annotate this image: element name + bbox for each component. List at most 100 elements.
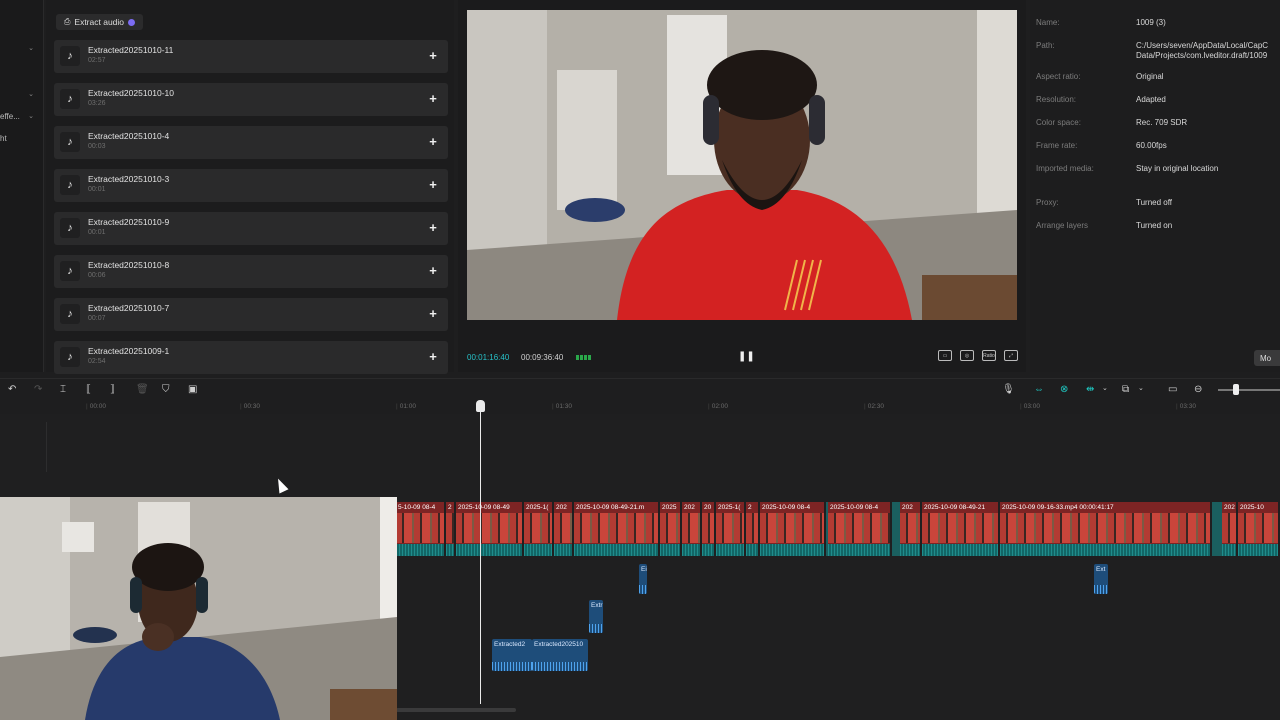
fullscreen-icon[interactable]: ⤢ <box>1004 350 1018 361</box>
extract-audio-label: Extract audio <box>74 17 125 27</box>
video-clip[interactable]: 5-10-09 08-4 <box>396 502 446 556</box>
preview-video-frame[interactable] <box>467 10 1017 320</box>
clip-label: 2025-10 <box>1240 504 1264 511</box>
split-icon[interactable]: ⌶ <box>60 384 66 395</box>
clip-waveform <box>746 544 758 556</box>
video-clip[interactable]: 2025-1( <box>716 502 746 556</box>
video-clip[interactable]: 2025-10 <box>1238 502 1280 556</box>
clip-waveform <box>716 544 744 556</box>
media-item[interactable]: ♪ Extracted20251010-9 00:01 + <box>54 212 448 245</box>
playhead-line[interactable] <box>480 400 481 704</box>
modify-button[interactable]: Mo <box>1254 350 1280 366</box>
clip-label: 5-10-09 08-4 <box>398 504 436 511</box>
left-strip-item-2[interactable] <box>0 62 40 78</box>
video-clip[interactable]: 2025-10-09 09-16-33.mp4 00:00:41:17 <box>1000 502 1212 556</box>
playhead-handle[interactable] <box>476 400 485 412</box>
media-item[interactable]: ♪ Extracted20251010-10 03:26 + <box>54 83 448 116</box>
left-strip-label: effe... <box>0 111 20 121</box>
pause-icon[interactable]: ❚❚ <box>738 351 755 362</box>
zoom-slider[interactable] <box>1218 389 1280 391</box>
clip-thumbnails <box>456 513 522 543</box>
video-clip[interactable]: 2 <box>746 502 760 556</box>
video-clip[interactable]: 20 <box>702 502 716 556</box>
main-video-track[interactable]: 5-10-09 08-4 2 2025-10-09 08-49 2025-1( … <box>396 502 1280 556</box>
link-track-icon[interactable]: ⇔ <box>1034 384 1044 395</box>
trim-right-icon[interactable]: ⟧ <box>110 384 115 395</box>
video-clip[interactable]: 2025-10-09 08-49-21 <box>922 502 1000 556</box>
video-clip[interactable]: 202 <box>1222 502 1238 556</box>
add-to-timeline-icon[interactable]: + <box>426 91 440 105</box>
left-strip-item-light[interactable]: ht <box>0 130 40 146</box>
video-clip[interactable]: 2025-10-09 08-49 <box>456 502 524 556</box>
zoom-out-icon[interactable]: ⊖ <box>1194 384 1202 395</box>
extract-audio-button[interactable]: ⎙ Extract audio <box>56 14 144 30</box>
video-clip[interactable]: 2 <box>446 502 456 556</box>
timeline-scrollbar[interactable] <box>396 708 516 712</box>
detail-value: Original <box>1136 72 1164 81</box>
add-to-timeline-icon[interactable]: + <box>426 220 440 234</box>
delete-icon[interactable]: 🗑 <box>136 384 149 395</box>
add-to-timeline-icon[interactable]: + <box>426 263 440 277</box>
clip-label: 2025-10-09 08-4 <box>762 504 811 511</box>
add-to-timeline-icon[interactable]: + <box>426 134 440 148</box>
media-item[interactable]: ♪ Extracted20251009-1 02:54 + <box>54 341 448 374</box>
media-item[interactable]: ♪ Extracted20251010-4 00:03 + <box>54 126 448 159</box>
focus-icon[interactable]: ◎ <box>960 350 974 361</box>
subtitle-icon[interactable]: ▭ <box>938 350 952 361</box>
ratio-button[interactable]: Ratio <box>982 350 996 361</box>
chevron-down-icon[interactable]: ⌄ <box>1138 384 1144 392</box>
media-item-duration: 00:01 <box>88 186 106 193</box>
media-item[interactable]: ♪ Extracted20251010-11 02:57 + <box>54 40 448 73</box>
magnet-icon[interactable]: ⊗ <box>1060 384 1068 395</box>
clip-label: 20 <box>704 504 712 511</box>
video-clip[interactable]: 2025-10-09 08-49-21.m <box>574 502 660 556</box>
clip-thumbnails <box>716 513 744 543</box>
chevron-down-icon[interactable]: ⌄ <box>1102 384 1108 392</box>
clip-label: 2025-10-09 08-49-21.m <box>576 504 645 511</box>
add-to-timeline-icon[interactable]: + <box>426 306 440 320</box>
audio-clip[interactable]: Ei <box>639 564 647 594</box>
video-clip[interactable]: 2025-1( <box>524 502 554 556</box>
clip-label: 2025-10-09 08-4 <box>830 504 879 511</box>
video-clip[interactable]: 2025-10-09 08-4 <box>828 502 892 556</box>
video-clip[interactable]: 2025 <box>660 502 682 556</box>
redo-icon[interactable]: ↷ <box>34 384 42 395</box>
audio-clip[interactable]: Extr <box>589 600 603 633</box>
add-to-timeline-icon[interactable]: + <box>426 48 440 62</box>
video-frame-image <box>467 10 1017 320</box>
clip-thumbnails <box>746 513 758 543</box>
video-clip[interactable]: 202 <box>682 502 702 556</box>
left-strip-dropdown-1[interactable]: ⌄ <box>0 40 40 56</box>
split-screen-icon[interactable]: ⧉ <box>1122 384 1129 395</box>
fit-timeline-icon[interactable]: ▭ <box>1168 384 1177 395</box>
clip-waveform <box>660 544 680 556</box>
left-settings-strip: ⌄ ⌄ effe... ⌄ ht <box>0 0 44 372</box>
media-item[interactable]: ♪ Extracted20251010-8 00:06 + <box>54 255 448 288</box>
microphone-icon[interactable]: 🎙 <box>1002 384 1015 395</box>
add-to-timeline-icon[interactable]: + <box>426 177 440 191</box>
add-to-timeline-icon[interactable]: + <box>426 349 440 363</box>
media-item[interactable]: ♪ Extracted20251010-7 00:07 + <box>54 298 448 331</box>
preview-axis-icon[interactable]: ⇹ <box>1086 384 1094 395</box>
clip-thumbnails <box>396 513 444 543</box>
left-strip-dropdown-3[interactable]: ⌄ <box>0 86 40 102</box>
tiktok-icon: ♪ <box>60 89 80 109</box>
audio-clip[interactable]: Extracted202510 <box>532 639 588 671</box>
video-clip[interactable]: 202 <box>554 502 574 556</box>
timeline-ruler[interactable]: 00:00 00:30 01:00 01:30 02:00 02:30 03:0… <box>0 400 1280 414</box>
video-clip[interactable]: 202 <box>900 502 922 556</box>
zoom-slider-handle[interactable] <box>1233 384 1239 395</box>
clip-waveform <box>1000 544 1210 556</box>
undo-icon[interactable]: ↶ <box>8 384 16 395</box>
freeze-icon[interactable]: ▣ <box>188 384 197 395</box>
video-clip[interactable]: 2025-10-09 08-4 <box>760 502 826 556</box>
audio-clip[interactable]: Extracted2 <box>492 639 532 671</box>
audio-clip[interactable]: Ext <box>1094 564 1108 594</box>
marker-icon[interactable]: ⛉ <box>162 384 170 395</box>
audio-clip-label: Extracted2 <box>494 641 526 648</box>
media-item[interactable]: ♪ Extracted20251010-3 00:01 + <box>54 169 448 202</box>
audio-clip-label: Ei <box>641 566 647 573</box>
left-strip-dropdown-effects[interactable]: effe... ⌄ <box>0 108 40 124</box>
tiktok-icon: ♪ <box>60 261 80 281</box>
trim-left-icon[interactable]: ⟦ <box>86 384 91 395</box>
